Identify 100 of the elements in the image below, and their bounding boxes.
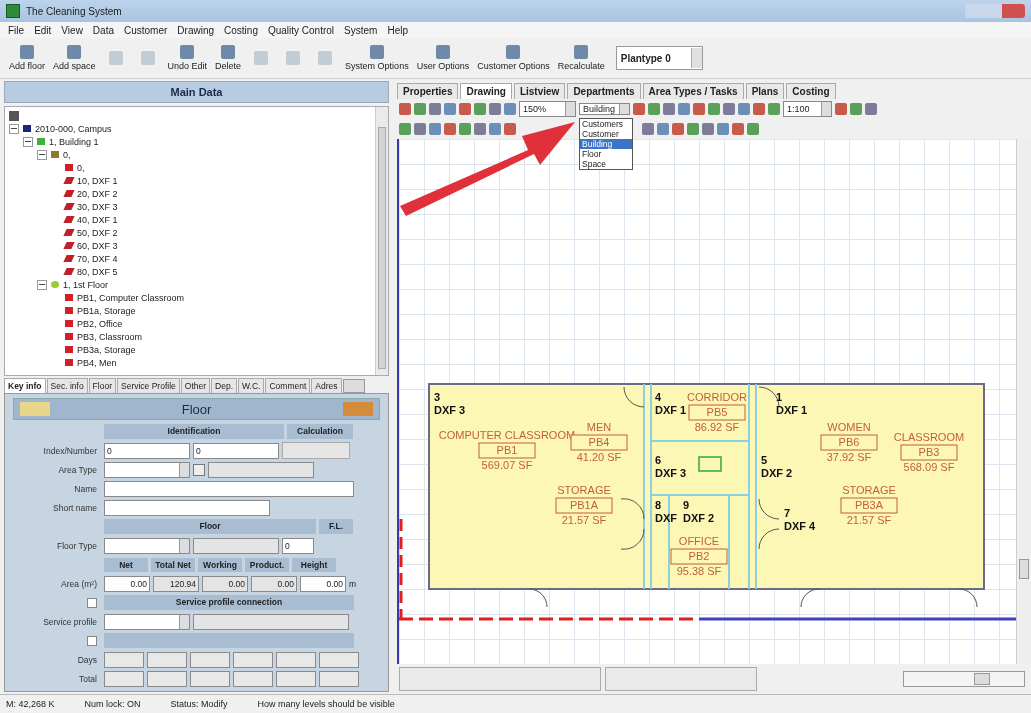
tree-item[interactable]: 1, 1st Floor	[63, 279, 109, 290]
window-controls-icon[interactable]	[965, 4, 1025, 18]
grid-field[interactable]	[104, 651, 144, 668]
dropdown-option[interactable]: Customer	[580, 129, 632, 139]
grid-field[interactable]	[319, 651, 359, 668]
grid-field[interactable]	[147, 670, 187, 687]
square-icon[interactable]	[702, 123, 714, 135]
detail-tab[interactable]: Comment	[265, 378, 311, 393]
square-icon[interactable]	[414, 123, 426, 135]
square-icon[interactable]	[663, 103, 676, 115]
toolbar-button[interactable]: Undo Edit	[164, 43, 211, 73]
toolbar-button[interactable]: Customer Options	[474, 43, 553, 73]
square-icon[interactable]	[672, 123, 684, 135]
tree-item[interactable]: PB3a, Storage	[77, 344, 136, 355]
grid-field[interactable]	[104, 670, 144, 687]
tree-item[interactable]: 50, DXF 2	[77, 227, 118, 238]
grid-field[interactable]	[147, 651, 187, 668]
grid-field[interactable]	[319, 670, 359, 687]
square-icon[interactable]	[678, 103, 691, 115]
square-icon[interactable]	[474, 123, 486, 135]
level-combo[interactable]: Building	[579, 103, 631, 115]
grid-field[interactable]	[233, 670, 273, 687]
detail-tab[interactable]: W.C.	[238, 378, 265, 393]
view-tab[interactable]: Costing	[786, 83, 836, 99]
detail-tab[interactable]: Adres	[311, 378, 342, 393]
view-tab[interactable]: Properties	[397, 83, 459, 99]
square-icon[interactable]	[414, 103, 426, 115]
square-icon[interactable]	[865, 103, 878, 115]
toolbar-button[interactable]: Add floor	[6, 43, 49, 73]
toolbar-button[interactable]: System Options	[342, 43, 412, 73]
input-field[interactable]	[104, 480, 354, 497]
tree-item[interactable]: 70, DXF 4	[77, 253, 118, 264]
square-icon[interactable]	[708, 103, 721, 115]
tree-item[interactable]: 10, DXF 1	[77, 175, 118, 186]
detail-tab[interactable]: Key info	[4, 378, 46, 393]
collapse-icon[interactable]	[87, 635, 97, 646]
toolbar-button[interactable]: User Options	[413, 43, 473, 73]
menu-item[interactable]: File	[8, 24, 25, 36]
menu-item[interactable]: Edit	[34, 24, 52, 36]
tree-item[interactable]: 0,	[63, 149, 71, 160]
square-icon[interactable]	[489, 123, 501, 135]
tree-item[interactable]: 30, DXF 3	[77, 201, 118, 212]
square-icon[interactable]	[642, 123, 654, 135]
tree-item[interactable]: PB1a, Storage	[77, 305, 136, 316]
square-icon[interactable]	[399, 103, 411, 115]
square-icon[interactable]	[489, 103, 501, 115]
detail-tab[interactable]: Other	[180, 378, 211, 393]
square-icon[interactable]	[850, 103, 863, 115]
menu-item[interactable]: Data	[92, 24, 114, 36]
grid-field[interactable]	[276, 670, 316, 687]
square-icon[interactable]	[723, 103, 736, 115]
expander-icon[interactable]	[9, 123, 19, 134]
view-tab[interactable]: Listview	[513, 83, 566, 99]
square-icon[interactable]	[738, 103, 751, 115]
tree-item[interactable]: 2010-000, Campus	[35, 123, 112, 134]
number-field[interactable]: 0.00	[300, 575, 346, 592]
tab-scroll-arrows-icon[interactable]	[342, 379, 365, 393]
square-icon[interactable]	[504, 103, 516, 115]
zoom-combo[interactable]: 150%	[519, 101, 576, 117]
tree-item[interactable]: PB2, Office	[77, 318, 123, 329]
tree-item[interactable]: 60, DXF 3	[77, 240, 118, 251]
square-icon[interactable]	[835, 103, 848, 115]
square-icon[interactable]	[732, 123, 744, 135]
view-tab[interactable]: Drawing	[460, 83, 512, 99]
square-icon[interactable]	[459, 103, 471, 115]
tree-item[interactable]: PB1, Computer Classroom	[77, 292, 185, 303]
tree-item[interactable]: 20, DXF 2	[77, 188, 118, 199]
square-icon[interactable]	[657, 123, 669, 135]
dropdown-field[interactable]	[104, 613, 190, 630]
detail-tab[interactable]: Sec. info	[46, 378, 88, 393]
view-tab[interactable]: Plans	[745, 83, 785, 99]
menu-item[interactable]: Drawing	[177, 24, 215, 36]
tree-item[interactable]: 40, DXF 1	[77, 214, 118, 225]
scrollbar[interactable]	[375, 107, 388, 376]
tree-item[interactable]: 80, DXF 5	[77, 266, 118, 277]
square-icon[interactable]	[459, 123, 471, 135]
grid-field[interactable]	[276, 651, 316, 668]
number-field[interactable]: 0.00	[202, 575, 248, 592]
menu-item[interactable]: System	[344, 24, 378, 36]
dropdown-option[interactable]: Customers	[580, 119, 632, 129]
square-icon[interactable]	[648, 103, 661, 115]
number-field[interactable]: 0.00	[104, 575, 150, 592]
tree-item[interactable]: PB4, Men	[77, 357, 117, 368]
plantype-combo[interactable]: Plantype 0	[615, 46, 703, 70]
detail-tab[interactable]: Floor	[88, 378, 116, 393]
expander-icon[interactable]	[23, 136, 33, 147]
drawing-canvas[interactable]	[397, 139, 1016, 664]
expander-icon[interactable]	[37, 279, 47, 290]
toolbar-button[interactable]: Add space	[50, 43, 99, 73]
browse-button[interactable]	[193, 463, 205, 476]
dropdown-field[interactable]	[104, 537, 190, 554]
menu-item[interactable]: Customer	[124, 24, 168, 36]
square-icon[interactable]	[687, 123, 699, 135]
menu-item[interactable]: View	[61, 24, 83, 36]
grid-field[interactable]	[190, 651, 230, 668]
scale-combo[interactable]: 1:100	[783, 101, 833, 117]
scrollbar[interactable]	[903, 671, 1025, 687]
number-field[interactable]: 120.94	[153, 575, 199, 592]
toolbar-button[interactable]: Recalculate	[554, 43, 608, 73]
dropdown-option[interactable]: Space	[580, 159, 632, 169]
